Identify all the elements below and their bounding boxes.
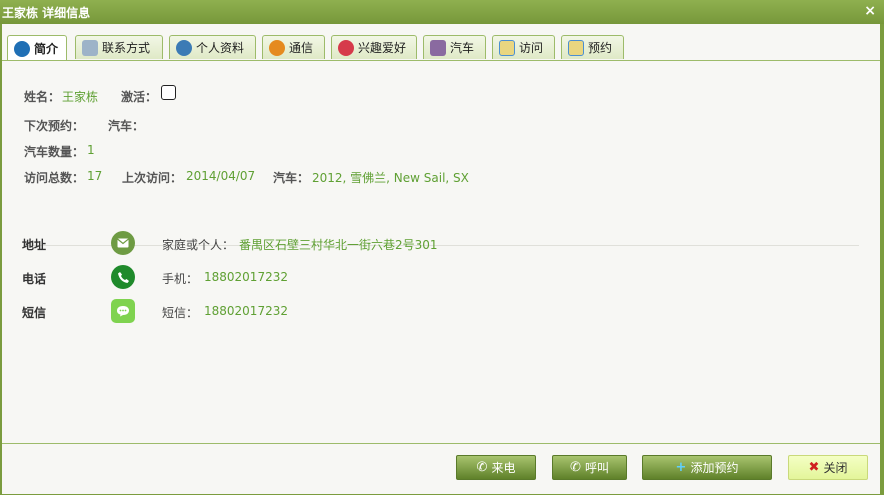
car-count-label: 汽车数量： [24,145,85,159]
sms-label: 短信： [162,306,199,320]
calendar-icon [499,39,515,56]
tab-label: 预约 [588,41,613,55]
detail-window: 王家栋 详细信息 × 简介 联系方式 个人资料 通信 兴趣爱好 汽车 访问 预约… [0,0,884,495]
sms-value: 18802017232 [204,304,288,318]
address-value: 番禺区石壁三村华北一街六巷2号301 [239,238,438,252]
address-section-label: 地址 [22,238,47,252]
tab-profile[interactable]: 个人资料 [169,35,256,59]
phone-icon[interactable] [111,265,135,289]
sms-section-label: 短信 [22,306,47,320]
footer-bar: ✆ 来电 ✆ 呼叫 + 添加预约 ✖ 关闭 [2,443,880,494]
car-label: 汽车： [108,119,145,133]
tab-appointments[interactable]: 预约 [561,35,624,59]
add-appointment-button[interactable]: + 添加预约 [642,455,772,480]
last-visit-label: 上次访问： [122,171,183,185]
mobile-label: 手机： [162,272,199,286]
next-appt-label: 下次预约： [24,119,85,133]
address-type-label: 家庭或个人： [162,238,235,252]
phone-incoming-icon: ✆ [476,460,488,475]
visits-total-label: 访问总数： [24,171,85,185]
phone-section-label: 电话 [22,272,47,286]
incoming-call-button[interactable]: ✆ 来电 [456,455,536,480]
tab-label: 简介 [34,42,59,56]
tab-communication[interactable]: 通信 [262,35,325,59]
sms-icon[interactable] [111,299,135,323]
button-label: 呼叫 [584,461,609,475]
car-count-value: 1 [87,143,95,157]
content-area: 简介 联系方式 个人资料 通信 兴趣爱好 汽车 访问 预约 姓名： 王家栋 激活… [2,24,880,494]
car-detail-label: 汽车： [273,171,310,185]
plus-icon: + [675,460,687,475]
mail-icon[interactable] [111,231,135,255]
person-icon [176,39,192,56]
phone-outgoing-icon: ✆ [570,460,581,475]
title-bar: 王家栋 详细信息 × [0,0,884,24]
tab-label: 个人资料 [196,41,245,55]
car-seat-icon [430,39,446,56]
tab-label: 访问 [519,41,544,55]
heart-icon [338,39,354,56]
active-checkbox[interactable] [161,85,176,100]
tab-contact[interactable]: 联系方式 [75,35,163,59]
close-icon[interactable]: × [864,3,876,19]
tab-intro[interactable]: 简介 [7,35,67,61]
tab-label: 联系方式 [102,41,151,55]
contact-card-icon [82,39,98,56]
window-title: 王家栋 详细信息 [2,6,91,20]
section-divider [23,245,859,246]
tab-hobbies[interactable]: 兴趣爱好 [331,35,417,59]
tab-visits[interactable]: 访问 [492,35,555,59]
last-visit-value: 2014/04/07 [186,169,256,183]
tab-label: 通信 [289,41,314,55]
close-x-icon: ✖ [808,460,820,475]
info-icon [14,40,30,57]
car-detail-value: 2012, 雪佛兰, New Sail, SX [312,171,469,185]
chat-icon [269,39,285,56]
button-label: 来电 [491,461,516,475]
visits-total-value: 17 [87,169,103,183]
mobile-value: 18802017232 [204,270,288,284]
button-label: 关闭 [823,461,848,475]
intro-panel: 姓名： 王家栋 激活： 下次预约： 汽车： 汽车数量： 1 访问总数： 17 上… [2,61,880,443]
close-button[interactable]: ✖ 关闭 [788,455,868,480]
name-label: 姓名： [24,90,61,104]
tab-car[interactable]: 汽车 [423,35,486,59]
calendar-icon [568,39,584,56]
button-label: 添加预约 [690,461,739,475]
name-value: 王家栋 [62,90,99,104]
active-label: 激活： [121,90,158,104]
call-button[interactable]: ✆ 呼叫 [552,455,627,480]
tab-label: 兴趣爱好 [358,41,407,55]
tab-label: 汽车 [450,41,475,55]
